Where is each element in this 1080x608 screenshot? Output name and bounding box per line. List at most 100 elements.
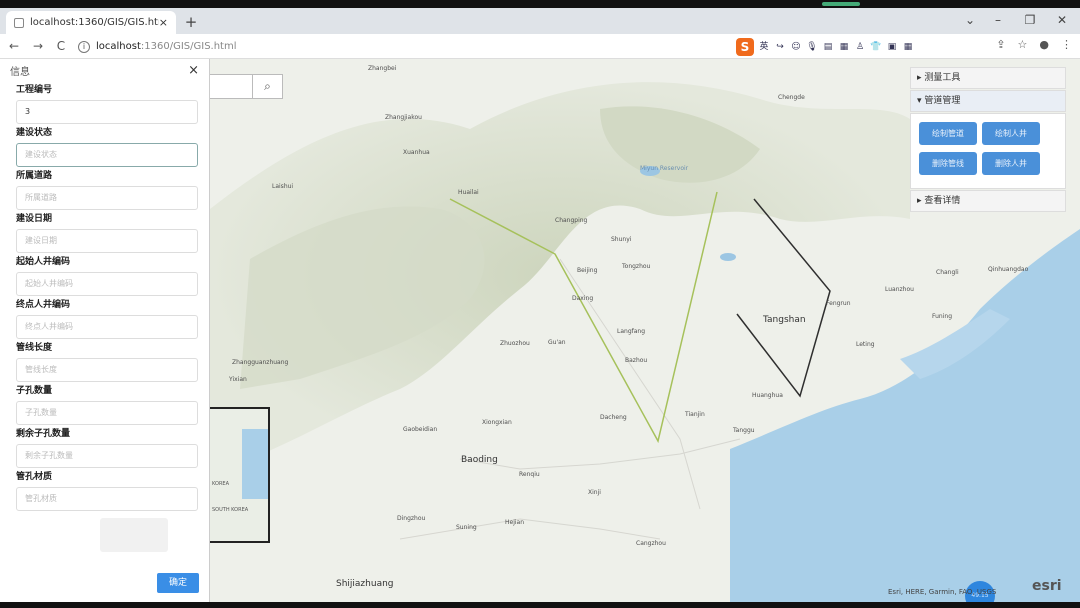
city-label: Tongzhou bbox=[622, 263, 651, 270]
section-pipeline-management[interactable]: ▾ 管道管理 bbox=[910, 90, 1066, 112]
english-mode-icon[interactable]: 英 bbox=[758, 41, 770, 53]
expand-arrow-icon: ▸ bbox=[917, 196, 922, 206]
forward-icon[interactable]: → bbox=[30, 38, 46, 54]
field-label: 终点人井编码 bbox=[16, 300, 71, 310]
city-label: Hejian bbox=[505, 519, 525, 526]
city-label: Funing bbox=[932, 313, 953, 320]
taskbar bbox=[0, 602, 1080, 608]
sogou-ime-icon[interactable]: S bbox=[736, 38, 754, 56]
field-label: 所属道路 bbox=[16, 171, 53, 181]
pipeline-tools: 绘制管道 绘制人井 删除管线 删除人井 bbox=[910, 113, 1066, 189]
tools-icon[interactable]: ▣ bbox=[886, 41, 898, 53]
map-search-box[interactable]: ⌕ bbox=[205, 74, 283, 99]
share-icon[interactable]: ⇪ bbox=[996, 38, 1005, 51]
url-field[interactable]: i localhost :1360/GIS/GIS.html bbox=[78, 36, 728, 57]
field-label: 建设日期 bbox=[16, 214, 53, 224]
remaining-subholes-input[interactable]: 剩余子孔数量 bbox=[16, 444, 198, 468]
tab-title: localhost:1360/GIS/GIS.html bbox=[30, 17, 159, 28]
field-road: 所属道路 所属道路 bbox=[0, 167, 209, 210]
grid-icon[interactable]: ▦ bbox=[902, 41, 914, 53]
city-label: Gaobeidian bbox=[403, 426, 438, 433]
info-panel: 信息 × 工程编号 3 建设状态 建设状态 所属道路 所属道路 建设日期 建设日… bbox=[0, 59, 210, 602]
new-tab-button[interactable]: + bbox=[182, 13, 200, 31]
end-manhole-input[interactable]: 终点人井编码 bbox=[16, 315, 198, 339]
city-label: Leting bbox=[856, 341, 875, 348]
site-info-icon[interactable]: i bbox=[78, 40, 90, 53]
user-icon[interactable]: ♙ bbox=[854, 41, 866, 53]
field-label: 子孔数量 bbox=[16, 386, 53, 396]
field-construction-date: 建设日期 建设日期 bbox=[0, 210, 209, 253]
browser-tab[interactable]: localhost:1360/GIS/GIS.html × bbox=[6, 11, 176, 34]
bookmark-star-icon[interactable]: ☆ bbox=[1018, 38, 1028, 51]
bohai-sea bbox=[730, 229, 1080, 602]
punctuation-icon[interactable]: ↪ bbox=[774, 41, 786, 53]
extension-bar: S 英 ↪ ☺ 🎙 ▤ ▦ ♙ 👕 ▣ ▦ bbox=[736, 37, 914, 57]
profile-avatar-icon[interactable]: ● bbox=[1039, 38, 1049, 51]
field-start-manhole: 起始人井编码 起始人井编码 bbox=[0, 253, 209, 296]
skin-icon[interactable]: 👕 bbox=[870, 41, 882, 53]
tab-close-icon[interactable]: × bbox=[159, 16, 168, 29]
pipe-material-input[interactable]: 管孔材质 bbox=[16, 487, 198, 511]
back-icon[interactable]: ← bbox=[6, 38, 22, 54]
close-icon[interactable]: × bbox=[188, 63, 199, 78]
city-label: Shunyi bbox=[611, 236, 632, 243]
city-label: Yixian bbox=[229, 376, 247, 383]
city-label: Shijiazhuang bbox=[336, 579, 394, 589]
city-label: Baoding bbox=[461, 455, 498, 465]
city-label: Beijing bbox=[577, 267, 598, 274]
close-window-button[interactable]: ✕ bbox=[1052, 13, 1072, 27]
reservoir-small bbox=[720, 253, 736, 261]
overview-label: KOREA bbox=[212, 481, 229, 487]
section-label: 测量工具 bbox=[924, 73, 961, 83]
reservoir-label: Miyun Reservoir bbox=[640, 165, 689, 172]
city-label: Dingzhou bbox=[397, 515, 426, 522]
field-label: 工程编号 bbox=[16, 85, 53, 95]
overview-sea bbox=[242, 429, 268, 499]
overview-map[interactable]: KOREA SOUTH KOREA bbox=[210, 407, 270, 543]
section-label: 查看详情 bbox=[924, 196, 961, 206]
browser-actions: ⇪ ☆ ● ⋮ bbox=[996, 38, 1072, 51]
confirm-button[interactable]: 确定 bbox=[157, 573, 199, 593]
field-label: 起始人井编码 bbox=[16, 257, 71, 267]
project-id-input[interactable]: 3 bbox=[16, 100, 198, 124]
subhole-count-input[interactable]: 子孔数量 bbox=[16, 401, 198, 425]
city-label: Qinhuangdao bbox=[988, 266, 1029, 273]
draw-pipeline-button[interactable]: 绘制管道 bbox=[919, 122, 977, 145]
city-label: Renqiu bbox=[519, 471, 540, 478]
restore-button[interactable]: ❐ bbox=[1020, 13, 1040, 27]
section-measure-tools[interactable]: ▸ 测量工具 bbox=[910, 67, 1066, 89]
start-manhole-input[interactable]: 起始人井编码 bbox=[16, 272, 198, 296]
city-label: Chengde bbox=[778, 94, 805, 101]
construction-date-input[interactable]: 建设日期 bbox=[16, 229, 198, 253]
minimize-button[interactable]: – bbox=[988, 13, 1008, 27]
field-label: 管孔材质 bbox=[16, 472, 53, 482]
city-label: Zhuozhou bbox=[500, 340, 530, 347]
pipe-length-input[interactable]: 管线长度 bbox=[16, 358, 198, 382]
city-label: Huailai bbox=[458, 189, 479, 196]
city-label: Tangshan bbox=[763, 315, 806, 325]
section-view-details[interactable]: ▸ 查看详情 bbox=[910, 190, 1066, 212]
tab-search-icon[interactable]: ⌄ bbox=[960, 13, 980, 27]
section-label: 管道管理 bbox=[924, 96, 961, 106]
keyboard-icon[interactable]: ▤ bbox=[822, 41, 834, 53]
overview-label: SOUTH KOREA bbox=[212, 507, 249, 513]
delete-pipeline-button[interactable]: 删除管线 bbox=[919, 152, 977, 175]
pipeline-route-2[interactable] bbox=[736, 198, 831, 398]
microphone-icon[interactable]: 🎙 bbox=[806, 41, 818, 53]
field-project-id: 工程编号 3 bbox=[0, 81, 209, 124]
collapse-arrow-icon: ▾ bbox=[917, 96, 922, 106]
field-pipe-material: 管孔材质 管孔材质 bbox=[0, 468, 209, 511]
road-input[interactable]: 所属道路 bbox=[16, 186, 198, 210]
city-label: Gu'an bbox=[548, 339, 566, 346]
field-subhole-count: 子孔数量 子孔数量 bbox=[0, 382, 209, 425]
draw-manhole-button[interactable]: 绘制人井 bbox=[982, 122, 1040, 145]
emoji-icon[interactable]: ☺ bbox=[790, 41, 802, 53]
delete-manhole-button[interactable]: 删除人井 bbox=[982, 152, 1040, 175]
toolbox-icon[interactable]: ▦ bbox=[838, 41, 850, 53]
city-label: Zhangguanzhuang bbox=[232, 359, 289, 366]
construction-status-input[interactable]: 建设状态 bbox=[16, 143, 198, 167]
city-label: Cangzhou bbox=[636, 540, 666, 547]
menu-dots-icon[interactable]: ⋮ bbox=[1061, 38, 1072, 51]
reload-icon[interactable]: C bbox=[53, 38, 69, 54]
search-icon[interactable]: ⌕ bbox=[252, 75, 282, 98]
